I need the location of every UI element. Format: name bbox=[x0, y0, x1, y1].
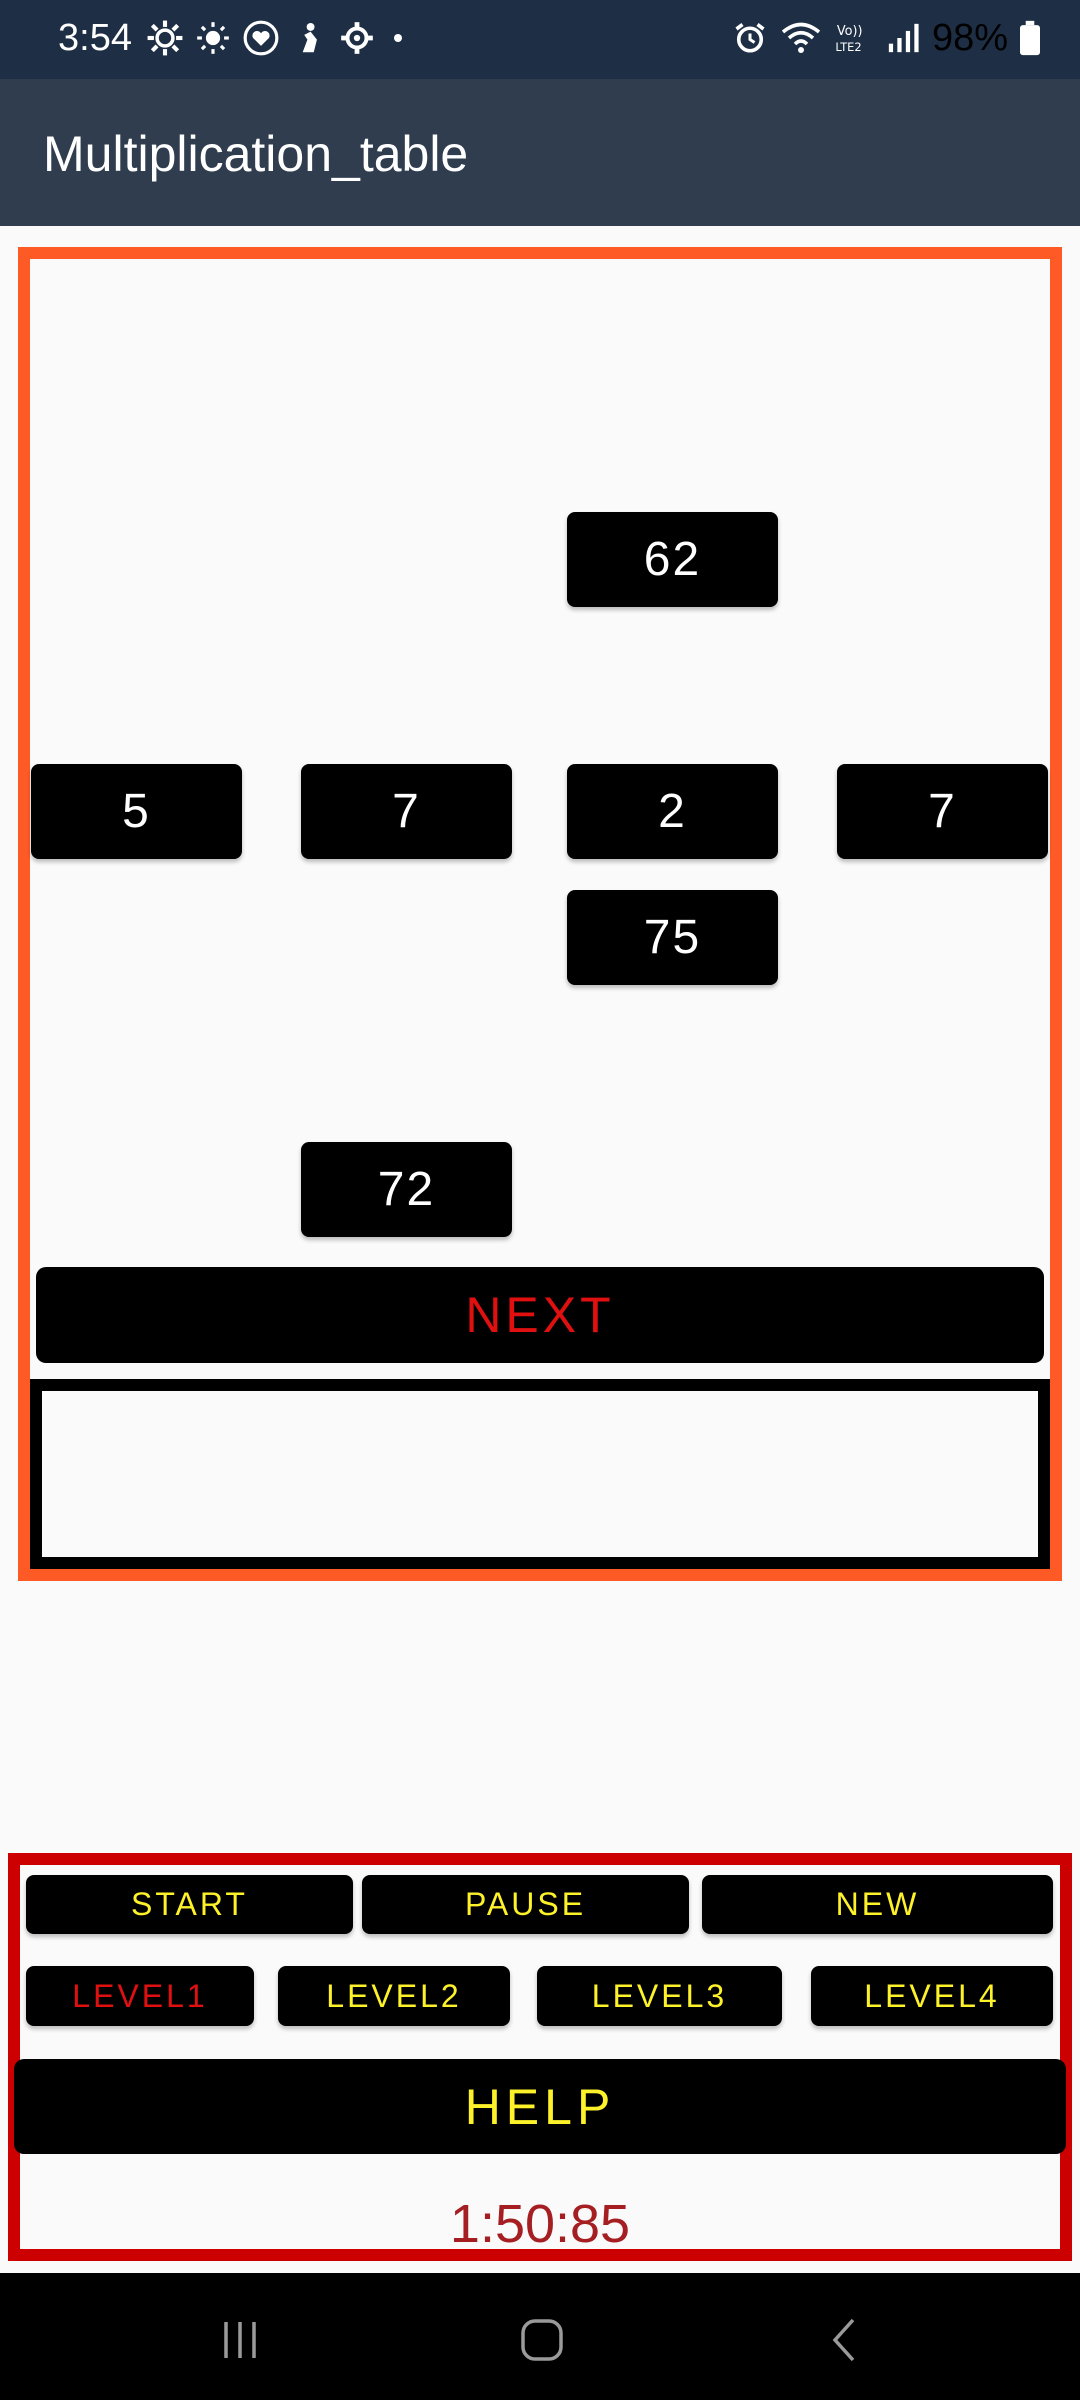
number-tile[interactable]: 75 bbox=[567, 890, 778, 985]
health-heart-icon bbox=[243, 20, 279, 56]
brightness-icon bbox=[197, 22, 229, 54]
back-button[interactable] bbox=[800, 2300, 890, 2380]
home-icon bbox=[521, 2319, 563, 2361]
activity-icon bbox=[302, 22, 317, 53]
battery-icon bbox=[1020, 20, 1040, 56]
number-tile[interactable]: 2 bbox=[567, 764, 778, 859]
recent-apps-icon bbox=[224, 2322, 256, 2358]
svg-text:LTE2: LTE2 bbox=[835, 40, 861, 54]
start-button[interactable]: START bbox=[26, 1875, 353, 1934]
next-button[interactable]: NEXT bbox=[36, 1267, 1044, 1363]
number-tile[interactable]: 7 bbox=[301, 764, 512, 859]
number-tile[interactable]: 72 bbox=[301, 1142, 512, 1237]
volte-lte-icon: Vo))LTE2 bbox=[835, 24, 863, 54]
answer-box bbox=[30, 1379, 1050, 1569]
pause-button[interactable]: PAUSE bbox=[362, 1875, 689, 1934]
number-tile[interactable]: 5 bbox=[31, 764, 242, 859]
level4-button[interactable]: LEVEL4 bbox=[811, 1966, 1053, 2026]
status-icons-left bbox=[146, 14, 410, 62]
number-tile[interactable]: 62 bbox=[567, 512, 778, 607]
level1-button[interactable]: LEVEL1 bbox=[26, 1966, 254, 2026]
home-button[interactable] bbox=[497, 2300, 587, 2380]
recent-apps-button[interactable] bbox=[195, 2300, 285, 2380]
wifi-icon bbox=[781, 22, 821, 53]
battery-percentage: 98% bbox=[931, 17, 1008, 59]
status-time: 3:54 bbox=[58, 17, 132, 59]
settings-gear-icon bbox=[147, 20, 183, 56]
new-button[interactable]: NEW bbox=[702, 1875, 1053, 1934]
notification-dot-icon bbox=[394, 34, 402, 42]
timer: 1:50:85 bbox=[449, 2194, 631, 2254]
level2-button[interactable]: LEVEL2 bbox=[278, 1966, 510, 2026]
app-title: Multiplication_table bbox=[43, 126, 469, 182]
level3-button[interactable]: LEVEL3 bbox=[537, 1966, 782, 2026]
svg-text:Vo)): Vo)) bbox=[837, 24, 863, 39]
number-tile[interactable]: 7 bbox=[837, 764, 1048, 859]
back-chevron-icon bbox=[832, 2318, 855, 2362]
help-button[interactable]: HELP bbox=[14, 2059, 1066, 2154]
signal-strength-icon bbox=[888, 23, 919, 53]
alarm-icon bbox=[735, 23, 765, 53]
settings-icon bbox=[341, 22, 373, 54]
status-icons-right: Vo)) LTE2 98% bbox=[732, 14, 1040, 62]
